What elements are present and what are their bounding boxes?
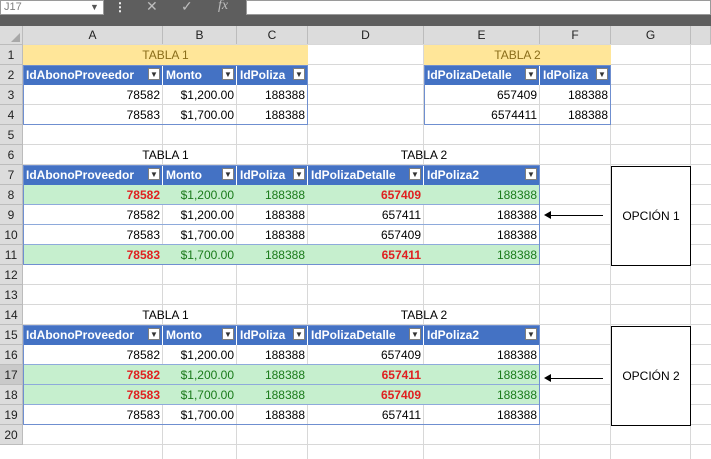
- option1-tabla2-title[interactable]: TABLA 2: [308, 145, 540, 165]
- row-header-4[interactable]: 4: [0, 105, 23, 125]
- enter-icon[interactable]: ✓: [181, 0, 193, 13]
- row-header-13[interactable]: 13: [0, 285, 23, 305]
- row-header-19[interactable]: 19: [0, 405, 23, 425]
- row-header-6[interactable]: 6: [0, 145, 23, 165]
- name-box[interactable]: J17: [0, 0, 104, 15]
- row-header-15[interactable]: 15: [0, 325, 23, 345]
- more-options-icon[interactable]: ⋮: [114, 0, 126, 14]
- row-header-11[interactable]: 11: [0, 245, 23, 265]
- row-header-10[interactable]: 10: [0, 225, 23, 245]
- row-header-9[interactable]: 9: [0, 205, 23, 225]
- option1-box[interactable]: OPCIÓN 1: [611, 166, 691, 266]
- row-header-7[interactable]: 7: [0, 165, 23, 185]
- option1-arrow-icon: [544, 211, 551, 219]
- option2-arrow-icon: [544, 374, 551, 382]
- row-header-2[interactable]: 2: [0, 65, 23, 85]
- row-header-5[interactable]: 5: [0, 125, 23, 145]
- row-header-3[interactable]: 3: [0, 85, 23, 105]
- column-header-a[interactable]: A: [23, 26, 163, 45]
- tabla1-title[interactable]: TABLA 1: [23, 45, 308, 65]
- grid-hline: [23, 284, 711, 285]
- cancel-icon[interactable]: ✕: [146, 0, 158, 13]
- option2-tabla1-title[interactable]: TABLA 1: [23, 305, 308, 325]
- option2-box[interactable]: OPCIÓN 2: [611, 326, 691, 426]
- column-header-d[interactable]: D: [308, 26, 424, 45]
- select-all-triangle-icon: [11, 33, 20, 42]
- column-header-c[interactable]: C: [237, 26, 308, 45]
- option1-tabla1-title[interactable]: TABLA 1: [23, 145, 308, 165]
- tabla1-border: [23, 65, 308, 125]
- option2-table-border: [23, 325, 540, 425]
- column-header-e[interactable]: E: [424, 26, 540, 45]
- option1-table-border: [23, 165, 540, 265]
- option1-arrow-line: [548, 215, 603, 216]
- row-header-12[interactable]: 12: [0, 265, 23, 285]
- row-header-14[interactable]: 14: [0, 305, 23, 325]
- row-header-18[interactable]: 18: [0, 385, 23, 405]
- column-header-f[interactable]: F: [540, 26, 611, 45]
- tabla2-title[interactable]: TABLA 2: [424, 45, 611, 65]
- insert-function-icon[interactable]: fx: [218, 0, 228, 13]
- row-header-17[interactable]: 17: [0, 365, 23, 385]
- column-header-b[interactable]: B: [163, 26, 237, 45]
- option2-arrow-line: [548, 378, 603, 379]
- row-header-16[interactable]: 16: [0, 345, 23, 365]
- tabla2-border: [424, 65, 611, 125]
- formula-input[interactable]: [246, 0, 711, 15]
- row-header-1[interactable]: 1: [0, 45, 23, 65]
- grid-hline: [23, 444, 711, 445]
- column-header-next[interactable]: [691, 26, 711, 45]
- row-header-8[interactable]: 8: [0, 185, 23, 205]
- option2-tabla2-title[interactable]: TABLA 2: [308, 305, 540, 325]
- chevron-down-icon[interactable]: ▼: [90, 2, 99, 12]
- row-header-20[interactable]: 20: [0, 425, 23, 445]
- column-header-g[interactable]: G: [611, 26, 691, 45]
